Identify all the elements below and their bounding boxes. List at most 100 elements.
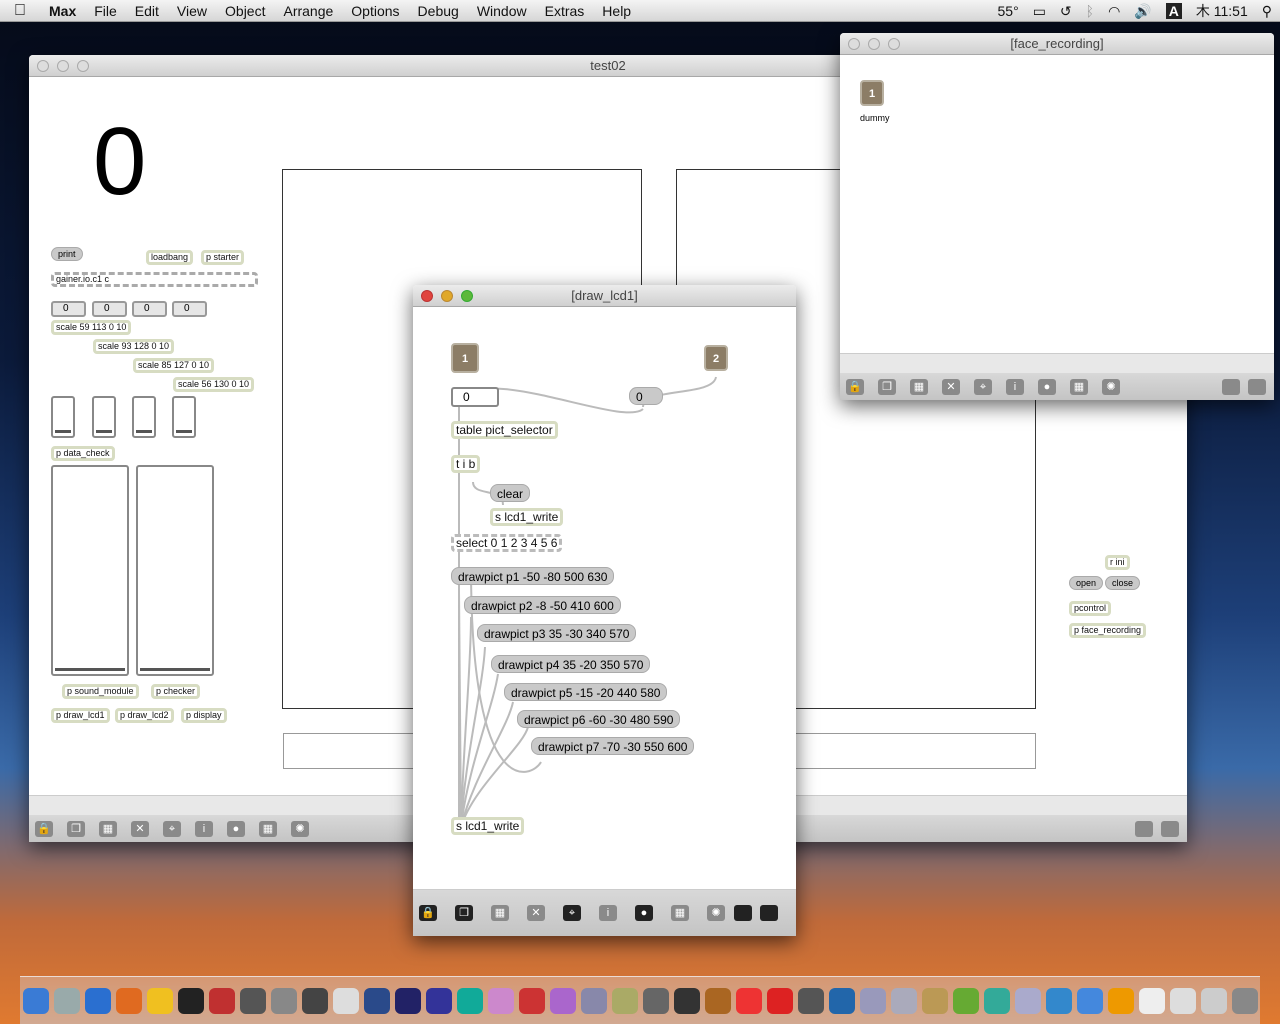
- r-ini-object[interactable]: r ini: [1105, 555, 1130, 570]
- connect-icon[interactable]: ●: [1038, 378, 1056, 395]
- split-view-icon[interactable]: [734, 905, 752, 921]
- p-display-object[interactable]: p display: [181, 708, 227, 723]
- bluetooth-icon[interactable]: ᛒ: [1086, 3, 1094, 19]
- dock-app-icon-26[interactable]: [797, 987, 824, 1014]
- dock-app-icon-14[interactable]: [425, 987, 452, 1014]
- dock-app-icon-16[interactable]: [487, 987, 514, 1014]
- sidebar-icon[interactable]: [760, 905, 778, 921]
- info-icon[interactable]: i: [195, 820, 213, 837]
- grid-icon[interactable]: ▦: [259, 820, 277, 837]
- dock-app-icon-27[interactable]: [828, 987, 855, 1014]
- menu-window[interactable]: Window: [468, 3, 536, 19]
- large-slider-1[interactable]: [51, 465, 129, 676]
- inlet-1[interactable]: 1: [860, 80, 884, 106]
- number-box-4[interactable]: 0: [172, 301, 207, 317]
- dock-app-icon-38[interactable]: [1169, 987, 1196, 1014]
- dock-app-icon-2[interactable]: [53, 987, 80, 1014]
- debug-icon[interactable]: ✺: [707, 905, 725, 921]
- number-box-3[interactable]: 0: [132, 301, 167, 317]
- close-message[interactable]: close: [1105, 576, 1141, 590]
- inlet-2[interactable]: 2: [704, 345, 728, 371]
- scale-object-3[interactable]: scale 85 127 0 10: [133, 358, 215, 373]
- dock-app-icon-19[interactable]: [580, 987, 607, 1014]
- dock-app-icon-35[interactable]: [1076, 987, 1103, 1014]
- dock-app-icon-11[interactable]: [332, 987, 359, 1014]
- presentation-icon[interactable]: ⌖: [563, 905, 581, 921]
- input-source-icon[interactable]: A: [1165, 3, 1182, 19]
- dock-app-icon-12[interactable]: [363, 987, 390, 1014]
- dock-app-icon-31[interactable]: [952, 987, 979, 1014]
- p-sound-module-object[interactable]: p sound_module: [62, 684, 139, 699]
- slider-4[interactable]: [172, 396, 196, 438]
- slider-2[interactable]: [92, 396, 116, 438]
- sidebar-icon[interactable]: [1248, 378, 1266, 395]
- slider-1[interactable]: [51, 396, 75, 438]
- dock-app-icon-10[interactable]: [301, 987, 328, 1014]
- presentation-icon[interactable]: ⌖: [974, 378, 992, 395]
- drawpict-message-3[interactable]: drawpict p3 35 -30 340 570: [477, 624, 637, 642]
- delete-icon[interactable]: ✕: [131, 820, 149, 837]
- info-icon[interactable]: i: [1006, 378, 1024, 395]
- split-view-icon[interactable]: [1222, 378, 1240, 395]
- close-button[interactable]: [37, 60, 49, 72]
- dock-app-icon-21[interactable]: [642, 987, 669, 1014]
- minimize-button[interactable]: [57, 60, 69, 72]
- drawpict-message-5[interactable]: drawpict p5 -15 -20 440 580: [504, 683, 668, 701]
- spotlight-icon[interactable]: ⚲: [1262, 3, 1272, 20]
- grid-icon[interactable]: ▦: [1070, 378, 1088, 395]
- patcher-canvas[interactable]: 1 2 0 0 table pict_selector t i b clear …: [413, 307, 796, 890]
- presentation-icon[interactable]: ⌖: [163, 820, 181, 837]
- zoom-button[interactable]: [77, 60, 89, 72]
- menu-object[interactable]: Object: [216, 3, 274, 19]
- menu-app[interactable]: Max: [40, 3, 85, 19]
- dock-app-icon-29[interactable]: [890, 987, 917, 1014]
- pcontrol-object[interactable]: pcontrol: [1069, 601, 1112, 616]
- dock-app-icon-6[interactable]: [177, 987, 204, 1014]
- copy-icon[interactable]: ❐: [455, 905, 473, 921]
- minimize-button[interactable]: [868, 38, 880, 50]
- menu-extras[interactable]: Extras: [536, 3, 594, 19]
- close-button[interactable]: [848, 38, 860, 50]
- dock-app-icon-5[interactable]: [146, 987, 173, 1014]
- copy-icon[interactable]: ❐: [878, 378, 896, 395]
- number-box-1[interactable]: 0: [51, 301, 86, 317]
- slider-3[interactable]: [132, 396, 156, 438]
- drawpict-message-6[interactable]: drawpict p6 -60 -30 480 590: [517, 710, 681, 728]
- print-message[interactable]: print: [51, 247, 83, 261]
- menu-view[interactable]: View: [168, 3, 216, 19]
- large-slider-2[interactable]: [136, 465, 214, 676]
- p-starter-object[interactable]: p starter: [201, 250, 245, 265]
- dock-app-icon-30[interactable]: [921, 987, 948, 1014]
- lock-icon[interactable]: 🔒: [846, 378, 864, 395]
- dock-app-icon-4[interactable]: [115, 987, 142, 1014]
- scale-object-2[interactable]: scale 93 128 0 10: [93, 339, 175, 354]
- sidebar-icon[interactable]: [1161, 820, 1179, 837]
- clock[interactable]: 木 11:51: [1196, 1, 1248, 21]
- minimize-button[interactable]: [441, 290, 453, 302]
- dock-app-icon-34[interactable]: [1045, 987, 1072, 1014]
- connect-icon[interactable]: ●: [227, 820, 245, 837]
- s-lcd1-write-object[interactable]: s lcd1_write: [451, 817, 525, 835]
- temperature[interactable]: 55°: [998, 3, 1019, 19]
- menu-edit[interactable]: Edit: [126, 3, 168, 19]
- palette-icon[interactable]: ▦: [491, 905, 509, 921]
- dock-app-icon-17[interactable]: [518, 987, 545, 1014]
- dock-app-icon-1[interactable]: [22, 987, 49, 1014]
- lock-icon[interactable]: 🔒: [419, 905, 437, 921]
- p-checker-object[interactable]: p checker: [151, 684, 201, 699]
- close-button[interactable]: [421, 290, 433, 302]
- open-message[interactable]: open: [1069, 576, 1104, 590]
- dock-app-icon-32[interactable]: [983, 987, 1010, 1014]
- dock-app-icon-3[interactable]: [84, 987, 111, 1014]
- split-view-icon[interactable]: [1135, 820, 1153, 837]
- dock-app-icon-18[interactable]: [549, 987, 576, 1014]
- volume-icon[interactable]: 🔊: [1134, 3, 1151, 20]
- zoom-button[interactable]: [888, 38, 900, 50]
- dock-app-icon-24[interactable]: [735, 987, 762, 1014]
- menu-arrange[interactable]: Arrange: [274, 3, 342, 19]
- dock-app-icon-40[interactable]: [1231, 987, 1258, 1014]
- grid-icon[interactable]: ▦: [671, 905, 689, 921]
- zoom-button[interactable]: [461, 290, 473, 302]
- number-box[interactable]: 0: [451, 387, 499, 407]
- time-machine-icon[interactable]: ↺: [1060, 3, 1072, 20]
